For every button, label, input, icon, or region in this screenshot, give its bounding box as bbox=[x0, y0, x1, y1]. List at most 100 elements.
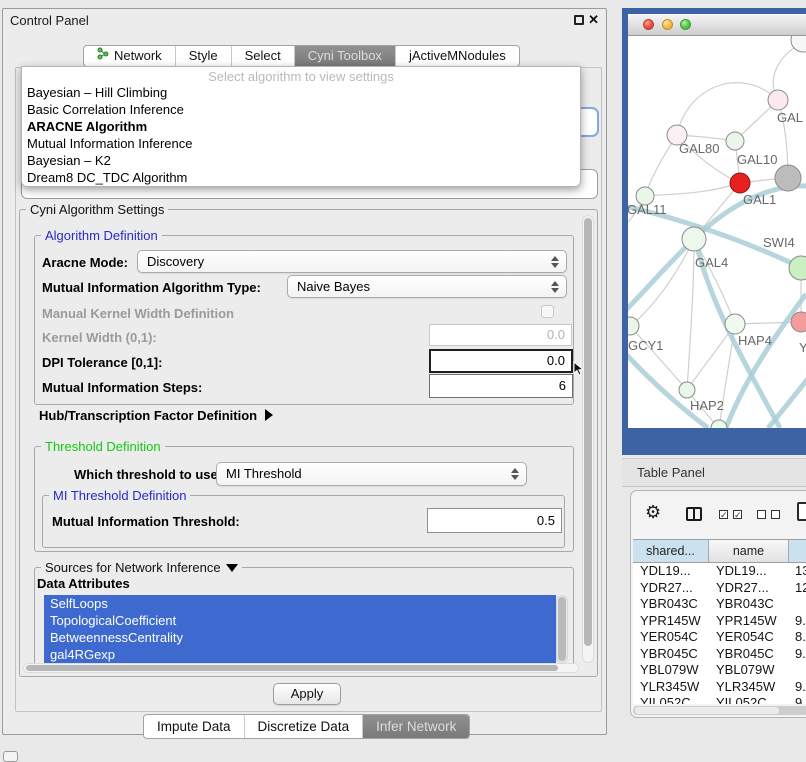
tab-style[interactable]: Style bbox=[176, 46, 232, 66]
network-edge[interactable] bbox=[768, 376, 806, 428]
network-edge[interactable] bbox=[645, 183, 740, 196]
mi-threshold-label: Mutual Information Threshold: bbox=[52, 514, 240, 529]
control-panel-title: Control Panel bbox=[10, 13, 89, 28]
table-row[interactable]: YER054CYER054C8. bbox=[633, 629, 806, 646]
network-edge[interactable] bbox=[628, 352, 708, 428]
node-gal80-label: GAL80 bbox=[679, 141, 719, 156]
close-button[interactable] bbox=[643, 19, 654, 30]
table-row[interactable]: YBR043CYBR043C bbox=[633, 596, 806, 613]
dock-mini-icon[interactable] bbox=[3, 751, 18, 762]
mi-threshold-input[interactable]: 0.5 bbox=[427, 508, 562, 533]
node-gal10[interactable] bbox=[726, 132, 744, 150]
table-cell: 13 bbox=[789, 563, 806, 580]
mi-type-select[interactable]: Naive Bayes bbox=[287, 275, 567, 298]
aracne-mode-select[interactable]: Discovery bbox=[137, 250, 567, 273]
settings-vertical-scrollbar[interactable] bbox=[582, 215, 594, 663]
table-cell: YER054C bbox=[709, 629, 789, 646]
tab-infer-network[interactable]: Infer Network bbox=[363, 715, 469, 738]
scrollbar-thumb[interactable] bbox=[584, 218, 592, 646]
node-hap4[interactable] bbox=[725, 314, 745, 334]
apply-button[interactable]: Apply bbox=[273, 683, 341, 705]
algorithm-option-aracne-algorithm[interactable]: ARACNE Algorithm bbox=[22, 119, 580, 136]
node-partial-top[interactable] bbox=[791, 36, 806, 52]
network-edge[interactable] bbox=[677, 83, 778, 135]
scrollbar-thumb[interactable] bbox=[26, 665, 558, 671]
network-edge[interactable] bbox=[630, 326, 687, 390]
network-edge[interactable] bbox=[630, 239, 694, 326]
column-header-partial[interactable] bbox=[789, 540, 806, 562]
network-edge[interactable] bbox=[687, 239, 694, 390]
table-cell: YLR345W bbox=[709, 679, 789, 696]
node-hap2[interactable] bbox=[679, 382, 695, 398]
unchecked-box-icon[interactable] bbox=[757, 510, 766, 519]
network-canvas[interactable]: GALGAL80GAL10GAL1GAL11GAL4SWI4GCY1HAP4YH… bbox=[628, 36, 806, 428]
table-row[interactable]: YPR145WYPR145W9. bbox=[633, 613, 806, 630]
attribute-item-selfloops[interactable]: SelfLoops bbox=[44, 595, 556, 612]
checked-box-icon[interactable]: ✓ bbox=[733, 510, 742, 519]
table-cell: YBL079W bbox=[709, 662, 789, 679]
scrollbar-thumb[interactable] bbox=[558, 597, 566, 661]
tab-impute-data[interactable]: Impute Data bbox=[144, 715, 245, 738]
tab-select[interactable]: Select bbox=[232, 46, 295, 66]
algorithm-option-mutual-information-inference[interactable]: Mutual Information Inference bbox=[22, 136, 580, 153]
data-attributes-list[interactable]: SelfLoopsTopologicalCoefficientBetweenne… bbox=[44, 595, 556, 663]
table-row[interactable]: YIL052CYIL052C9 bbox=[633, 695, 806, 704]
kernel-width-input[interactable]: 0.0 bbox=[429, 324, 572, 346]
hub-definition-disclosure[interactable]: Hub/Transcription Factor Definition bbox=[39, 408, 273, 423]
float-window-icon[interactable] bbox=[574, 15, 584, 25]
table-row[interactable]: YDR27...YDR27...12 bbox=[633, 580, 806, 597]
column-header-shared[interactable]: shared... bbox=[633, 540, 709, 562]
algorithm-option-bayesian-k2[interactable]: Bayesian – K2 bbox=[22, 153, 580, 170]
network-window-titlebar[interactable] bbox=[628, 14, 806, 36]
table-cell: YDL19... bbox=[633, 563, 709, 580]
attribute-item-betweennesscentrality[interactable]: BetweennessCentrality bbox=[44, 629, 556, 646]
algorithm-option-dream8-dc-tdc-algorithm[interactable]: Dream8 DC_TDC Algorithm bbox=[22, 170, 580, 187]
dpi-tolerance-input[interactable]: 0.0 bbox=[429, 349, 573, 373]
minimize-button[interactable] bbox=[662, 19, 673, 30]
split-columns-icon[interactable] bbox=[686, 507, 702, 521]
node-gal1[interactable] bbox=[730, 173, 750, 193]
attribute-item-topologicalcoefficient[interactable]: TopologicalCoefficient bbox=[44, 612, 556, 629]
tab-network[interactable]: Network bbox=[84, 46, 176, 66]
which-threshold-select[interactable]: MI Threshold bbox=[216, 462, 527, 486]
node-gal[interactable] bbox=[768, 90, 788, 110]
tab-cyni-toolbox[interactable]: Cyni Toolbox bbox=[295, 46, 396, 66]
tab-jactivemnodules[interactable]: jActiveMNodules bbox=[396, 46, 519, 66]
attribute-item-gal4rgexp[interactable]: gal4RGexp bbox=[44, 646, 556, 663]
table-row[interactable]: YLR345WYLR345W9. bbox=[633, 679, 806, 696]
table-horizontal-scrollbar[interactable] bbox=[633, 706, 806, 715]
node-swi4[interactable] bbox=[789, 256, 806, 280]
attributes-list-scrollbar[interactable] bbox=[556, 595, 568, 663]
column-header-name[interactable]: name bbox=[709, 540, 789, 562]
node-gray[interactable] bbox=[775, 165, 801, 191]
tab-discretize-data[interactable]: Discretize Data bbox=[245, 715, 364, 738]
table-cell: YIL052C bbox=[633, 695, 709, 704]
document-icon[interactable] bbox=[797, 502, 806, 521]
algorithm-popup-items: Bayesian – Hill ClimbingBasic Correlatio… bbox=[22, 85, 580, 187]
checked-box-icon[interactable]: ✓ bbox=[719, 510, 728, 519]
table-cell: YBL079W bbox=[633, 662, 709, 679]
table-cell: 9 bbox=[789, 695, 806, 704]
table-row[interactable]: YDL19...YDL19...13 bbox=[633, 563, 806, 580]
disclosure-down-icon bbox=[226, 564, 238, 572]
tab-label: jActiveMNodules bbox=[409, 46, 506, 66]
mi-steps-input[interactable]: 6 bbox=[429, 374, 573, 398]
table-header-row: shared...name bbox=[633, 539, 806, 563]
zoom-button[interactable] bbox=[680, 19, 691, 30]
table-row[interactable]: YBR045CYBR045C9. bbox=[633, 646, 806, 663]
settings-horizontal-scrollbar[interactable] bbox=[23, 663, 579, 673]
unchecked-box-icon[interactable] bbox=[771, 510, 780, 519]
scrollbar-thumb[interactable] bbox=[635, 707, 779, 714]
algorithm-option-basic-correlation-inference[interactable]: Basic Correlation Inference bbox=[22, 102, 580, 119]
gear-icon[interactable]: ⚙ bbox=[645, 502, 661, 523]
close-icon[interactable]: ✕ bbox=[588, 12, 599, 28]
mi-steps-label: Mutual Information Steps: bbox=[42, 380, 202, 395]
table-cell bbox=[789, 596, 806, 613]
node-gal4[interactable] bbox=[682, 227, 706, 251]
table-row[interactable]: YBL079WYBL079W bbox=[633, 662, 806, 679]
algorithm-option-bayesian-hill-climbing[interactable]: Bayesian – Hill Climbing bbox=[22, 85, 580, 102]
node-hap2-label: HAP2 bbox=[690, 398, 724, 413]
manual-kernel-checkbox[interactable] bbox=[541, 305, 554, 318]
sources-group-title[interactable]: Sources for Network Inference bbox=[41, 560, 242, 575]
node-y[interactable] bbox=[791, 312, 806, 332]
